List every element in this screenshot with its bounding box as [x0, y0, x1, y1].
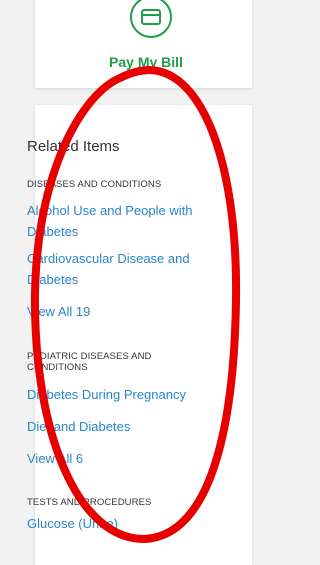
link-cardiovascular-diabetes-line1[interactable]: Cardiovascular Disease and — [27, 248, 190, 270]
pay-my-bill-card[interactable]: Pay My Bill — [35, 0, 252, 88]
link-alcohol-use-diabetes-line1[interactable]: Alcohol Use and People with — [27, 200, 193, 222]
link-diabetes-during-pregnancy[interactable]: Diabetes During Pregnancy — [27, 384, 186, 406]
related-items-card — [35, 105, 252, 565]
section-heading-tests: TESTS AND PROCEDURES — [27, 497, 152, 508]
related-items-title: Related Items — [27, 138, 120, 155]
link-alcohol-use-diabetes-line2[interactable]: Diabetes — [27, 221, 78, 243]
link-cardiovascular-diabetes-line2[interactable]: Diabetes — [27, 269, 78, 291]
link-diet-and-diabetes[interactable]: Diet and Diabetes — [27, 416, 130, 438]
link-view-all-6[interactable]: View All 6 — [27, 448, 83, 470]
link-view-all-19[interactable]: View All 19 — [27, 301, 90, 323]
pay-my-bill-label[interactable]: Pay My Bill — [35, 54, 257, 70]
section-heading-pediatric-line2: CONDITIONS — [27, 362, 88, 373]
section-heading-diseases: DISEASES AND CONDITIONS — [27, 179, 162, 190]
link-glucose-urine[interactable]: Glucose (Urine) — [27, 513, 118, 535]
credit-card-icon[interactable] — [130, 0, 172, 38]
